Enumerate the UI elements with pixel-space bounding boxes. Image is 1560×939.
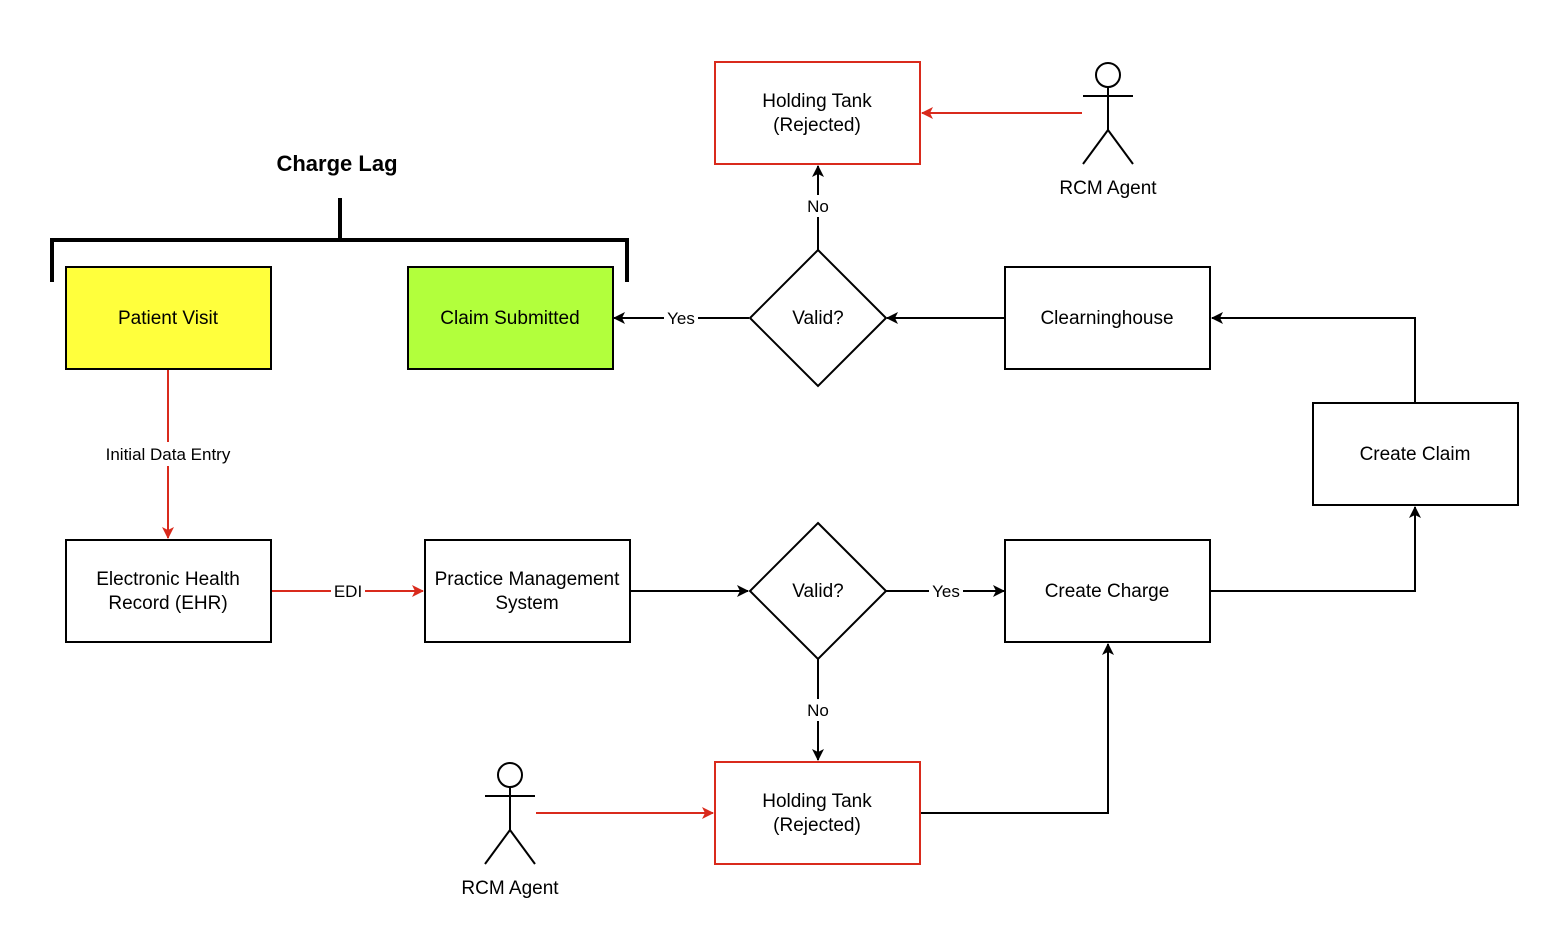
node-ehr-label-line2: Record (EHR) xyxy=(108,593,227,614)
edge-holding-tank-bottom-to-create-charge[interactable] xyxy=(920,643,1114,814)
node-patient-visit-label: Patient Visit xyxy=(118,308,219,329)
node-holding-tank-top-label-line1: Holding Tank xyxy=(762,91,872,112)
node-claim-submitted[interactable]: Claim Submitted xyxy=(407,266,614,370)
edges: Initial Data Entry EDI Yes No Yes No xyxy=(96,107,1421,819)
node-holding-tank-bottom-label-line2: (Rejected) xyxy=(773,815,861,836)
edge-create-charge-to-create-claim[interactable] xyxy=(1210,506,1421,592)
node-pms-label-line1: Practice Management xyxy=(435,569,621,590)
node-holding-tank-bottom[interactable]: Holding Tank (Rejected) xyxy=(714,761,921,865)
node-valid-top-label: Valid? xyxy=(792,308,843,329)
charge-lag-group: Charge Lag xyxy=(50,151,629,282)
stick-figure-icon xyxy=(484,762,536,865)
node-ehr-label-line1: Electronic Health xyxy=(96,569,240,590)
edge-create-claim-to-clearinghouse[interactable] xyxy=(1211,312,1416,403)
edge-label-bottom-no: No xyxy=(807,701,829,720)
node-holding-tank-top-label-line2: (Rejected) xyxy=(773,115,861,136)
node-holding-tank-bottom-label-line1: Holding Tank xyxy=(762,791,872,812)
node-holding-tank-top[interactable]: Holding Tank (Rejected) xyxy=(714,61,921,165)
node-create-charge[interactable]: Create Charge xyxy=(1004,539,1211,643)
node-practice-management-system[interactable]: Practice Management System xyxy=(424,539,631,643)
node-create-claim[interactable]: Create Claim xyxy=(1312,402,1519,506)
node-valid-top[interactable]: Valid? xyxy=(748,248,888,388)
node-create-claim-label: Create Claim xyxy=(1360,444,1471,465)
node-valid-bottom-label: Valid? xyxy=(792,581,843,602)
node-clearinghouse[interactable]: Clearninghouse xyxy=(1004,266,1211,370)
actor-rcm-agent-bottom[interactable]: RCM Agent xyxy=(461,762,559,899)
node-create-charge-label: Create Charge xyxy=(1045,581,1170,602)
edge-label-initial-data-entry: Initial Data Entry xyxy=(106,445,231,464)
edge-label-edi: EDI xyxy=(334,582,362,601)
edge-label-top-yes: Yes xyxy=(667,309,695,328)
node-patient-visit[interactable]: Patient Visit xyxy=(65,266,272,370)
actor-rcm-agent-top[interactable]: RCM Agent xyxy=(1059,62,1157,199)
actor-rcm-agent-top-label: RCM Agent xyxy=(1059,178,1157,199)
edge-label-bottom-yes: Yes xyxy=(932,582,960,601)
node-ehr[interactable]: Electronic Health Record (EHR) xyxy=(65,539,272,643)
nodes: Patient Visit Claim Submitted Valid? Cle… xyxy=(65,61,1519,865)
node-clearinghouse-label: Clearninghouse xyxy=(1040,308,1173,329)
node-valid-bottom[interactable]: Valid? xyxy=(748,521,888,661)
node-claim-submitted-label: Claim Submitted xyxy=(440,308,579,329)
edge-label-top-no: No xyxy=(807,197,829,216)
flowchart-canvas: Charge Lag Initial Data Entry EDI Yes No xyxy=(50,61,1519,899)
stick-figure-icon xyxy=(1082,62,1134,165)
actor-rcm-agent-bottom-label: RCM Agent xyxy=(461,878,559,899)
charge-lag-title: Charge Lag xyxy=(276,151,397,176)
node-pms-label-line2: System xyxy=(495,593,558,614)
